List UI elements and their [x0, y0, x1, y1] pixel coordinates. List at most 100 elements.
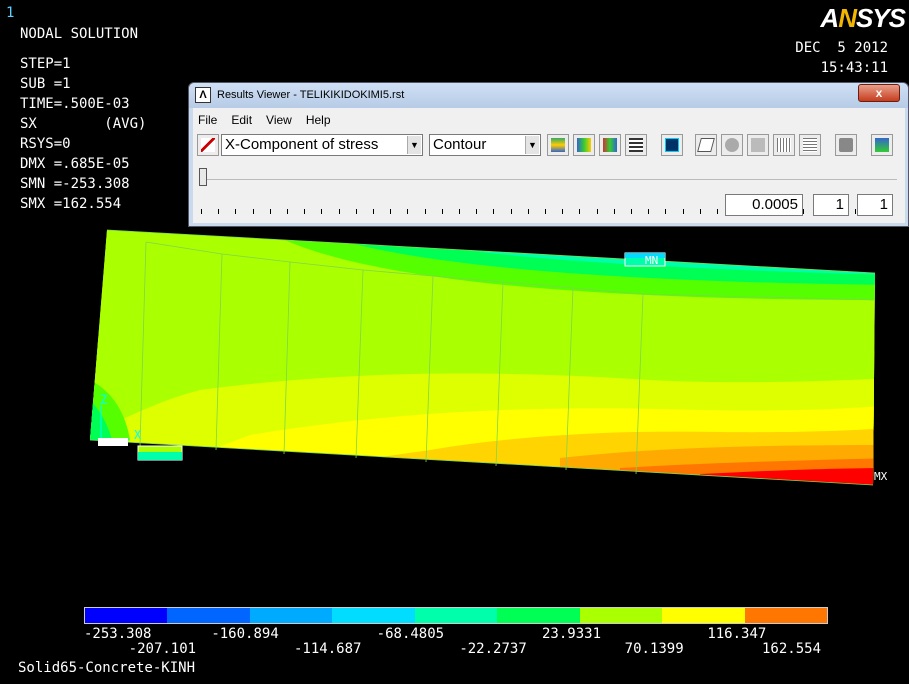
slider-tick: [338, 209, 340, 214]
bottom-support-contour: [138, 452, 182, 460]
logo-part-n: N: [838, 3, 857, 33]
sub-info: SUB =1: [20, 76, 71, 92]
results-viewer-window[interactable]: Λ Results Viewer - TELIKIKIDOKIMI5.rst x…: [188, 82, 909, 227]
print-icon[interactable]: [835, 134, 857, 156]
set-value-field[interactable]: 1: [813, 194, 849, 216]
toolbar: X-Component of stress ▼ Contour ▼: [195, 133, 903, 157]
capture-icon[interactable]: [721, 134, 743, 156]
slider-tick: [493, 209, 495, 214]
legend-swatch: [579, 608, 663, 623]
slider-tick: [252, 209, 254, 214]
chevron-down-icon: ▼: [525, 136, 539, 154]
slider-tick: [218, 209, 220, 214]
query-icon[interactable]: [695, 134, 717, 156]
slider-tick: [613, 209, 615, 214]
menu-edit[interactable]: Edit: [230, 113, 253, 127]
legend-swatch: [497, 608, 580, 623]
legend-swatch: [662, 608, 745, 623]
slider-tick: [596, 209, 598, 214]
slider-tick: [631, 209, 632, 214]
legend-label-bottom: 70.1399: [624, 641, 684, 657]
legend-swatch: [332, 608, 415, 623]
slider-tick: [424, 209, 426, 214]
results-viewer-title: Results Viewer - TELIKIKIDOKIMI5.rst: [217, 89, 405, 101]
legend-label-bottom: 162.554: [762, 641, 822, 657]
menu-file[interactable]: File: [197, 113, 218, 127]
contour-icon[interactable]: [547, 134, 569, 156]
step-value-field[interactable]: 1: [857, 194, 893, 216]
node-marker: [98, 438, 128, 446]
legend-label-top: 116.347: [707, 626, 767, 642]
axis-z-label: Z: [100, 393, 107, 407]
logo-part-sys: SYS: [855, 3, 906, 33]
list-icon[interactable]: [599, 134, 621, 156]
menu-bar: File Edit View Help: [197, 113, 332, 127]
logo-part-a: A: [820, 3, 839, 33]
legend-label-bottom: -207.101: [128, 641, 197, 657]
slider-tick: [321, 209, 323, 214]
print-preview-icon[interactable]: [747, 134, 769, 156]
rsys-info: RSYS=0: [20, 136, 71, 152]
slider-track: [199, 179, 897, 180]
grid-icon[interactable]: [773, 134, 795, 156]
solution-title: NODAL SOLUTION: [20, 26, 139, 42]
slider-tick: [476, 209, 478, 214]
slider-tick: [562, 209, 564, 214]
legend-swatch: [85, 608, 168, 623]
stress-contour: [90, 230, 875, 485]
ansys-logo: ANSYS: [820, 3, 906, 34]
dmx-info: DMX =.685E-05: [20, 156, 130, 172]
settings-icon[interactable]: [871, 134, 893, 156]
plot-type-select-value: Contour: [433, 136, 487, 153]
plot-time: 15:43:11: [820, 60, 888, 76]
chevron-down-icon: ▼: [407, 136, 421, 154]
table-icon[interactable]: [799, 134, 821, 156]
slider-tick: [579, 209, 581, 214]
axis-x-label: X: [134, 428, 142, 442]
legend-swatch: [744, 608, 827, 623]
slider-tick: [527, 209, 529, 214]
table-list-icon[interactable]: [625, 134, 647, 156]
slider-thumb[interactable]: [199, 168, 207, 186]
legend-label-bottom: -22.2737: [459, 641, 527, 657]
time-value-field[interactable]: 0.0005: [725, 194, 803, 216]
close-button[interactable]: x: [858, 84, 900, 102]
legend-label-top: -68.4805: [376, 626, 445, 642]
result-item-select-value: X-Component of stress: [225, 136, 379, 153]
menu-help[interactable]: Help: [305, 113, 332, 127]
results-viewer-titlebar[interactable]: Λ Results Viewer - TELIKIKIDOKIMI5.rst x: [189, 83, 908, 108]
slider-tick: [545, 209, 546, 214]
animate-icon[interactable]: [661, 134, 683, 156]
legend-swatch: [167, 608, 250, 623]
slider-tick: [373, 209, 374, 214]
slider-tick: [665, 209, 667, 214]
color-legend-bar: [84, 607, 828, 624]
legend-label-top: -160.894: [211, 626, 279, 642]
smx-info: SMX =162.554: [20, 196, 122, 212]
min-marker-label: MN: [645, 254, 658, 267]
max-marker-label: MX: [874, 470, 888, 483]
vector-icon[interactable]: [573, 134, 595, 156]
slider-tick: [717, 209, 718, 214]
graph-icon[interactable]: [197, 134, 219, 156]
step-info: STEP=1: [20, 56, 71, 72]
slider-tick: [441, 209, 443, 214]
result-item-select[interactable]: X-Component of stress ▼: [221, 134, 423, 156]
slider-tick: [201, 209, 202, 214]
time-info: TIME=.500E-03: [20, 96, 130, 112]
legend-label-top: -253.308: [84, 626, 152, 642]
slider-tick: [287, 209, 288, 214]
slider-tick: [648, 209, 650, 214]
slider-tick: [304, 209, 306, 214]
slider-tick: [510, 209, 512, 214]
slider-tick: [854, 209, 856, 214]
slider-tick: [355, 209, 357, 214]
plot-type-select[interactable]: Contour ▼: [429, 134, 541, 156]
menu-view[interactable]: View: [265, 113, 293, 127]
result-item-info: SX (AVG): [20, 116, 147, 132]
legend-swatch: [414, 608, 498, 623]
slider-tick: [682, 209, 684, 214]
legend-label-bottom: -114.687: [294, 641, 362, 657]
slider-tick: [803, 209, 804, 214]
legend-label-top: 23.9331: [542, 626, 602, 642]
